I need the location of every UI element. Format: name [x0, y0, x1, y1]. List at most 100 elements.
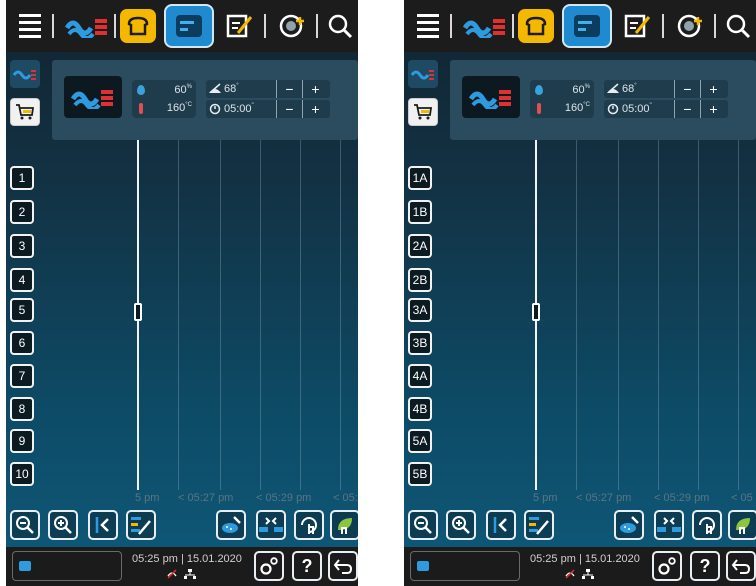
search-icon[interactable] — [322, 9, 358, 43]
zoom-out-icon[interactable] — [10, 510, 40, 540]
eco-icon[interactable] — [728, 510, 756, 540]
rack-button-1b[interactable]: 1B — [408, 200, 432, 224]
timeline-label: 5 pm — [135, 492, 160, 504]
compress-icon[interactable] — [256, 510, 286, 540]
timeline[interactable] — [42, 140, 358, 490]
current-time-handle[interactable] — [532, 303, 540, 321]
timeline[interactable] — [440, 140, 756, 490]
timeline-gridline — [618, 140, 619, 490]
combi-steam-icon — [462, 76, 520, 118]
edit-icon[interactable] — [222, 9, 258, 43]
rack-button-4[interactable]: 4 — [10, 268, 34, 292]
jump-to-now-icon[interactable] — [88, 510, 118, 540]
active-program-tile[interactable] — [12, 551, 122, 581]
search-icon[interactable] — [720, 9, 756, 43]
time-plus-button[interactable]: + — [700, 100, 726, 118]
rack-button-1a[interactable]: 1A — [408, 166, 432, 190]
timer-icon — [604, 103, 622, 115]
temperature-unit: °C — [185, 102, 192, 108]
menu-icon[interactable] — [14, 9, 46, 43]
rack-button-3[interactable]: 3 — [10, 234, 34, 258]
core-probe-icon — [604, 83, 622, 95]
core-temp-minus-button[interactable]: − — [674, 80, 700, 98]
rack-button-5[interactable]: 5 — [10, 298, 34, 322]
status-separator: | — [578, 553, 582, 565]
back-icon[interactable] — [328, 551, 358, 581]
rack-button-10[interactable]: 10 — [10, 462, 34, 486]
network-icon — [184, 569, 196, 579]
rack-button-5b[interactable]: 5B — [408, 462, 432, 486]
time-minus-button[interactable]: − — [674, 100, 700, 118]
core-probe-icon — [206, 83, 224, 95]
compress-icon[interactable] — [654, 510, 684, 540]
active-program-tile[interactable] — [410, 551, 520, 581]
time-unit: '' — [251, 103, 254, 109]
touch-timer-icon[interactable] — [294, 510, 324, 540]
rack-button-7[interactable]: 7 — [10, 364, 34, 388]
core-temp-unit: ° — [236, 83, 239, 89]
current-time-handle[interactable] — [134, 303, 142, 321]
core-temp-plus-button[interactable]: + — [700, 80, 726, 98]
cart-icon[interactable] — [408, 98, 438, 126]
temperature-icon — [139, 102, 143, 114]
divider — [450, 14, 452, 38]
ipm-icon[interactable] — [562, 4, 612, 48]
rack-button-2[interactable]: 2 — [10, 200, 34, 224]
help-icon[interactable]: ? — [292, 551, 322, 581]
rack-button-9[interactable]: 9 — [10, 429, 34, 453]
rack-button-3b[interactable]: 3B — [408, 331, 432, 355]
cleaning-icon[interactable] — [614, 510, 644, 540]
climate-parameters[interactable]: 60% 160°C — [530, 80, 594, 118]
timeline-gridline — [260, 140, 261, 490]
menu-icon[interactable] — [412, 9, 444, 43]
rack-button-4a[interactable]: 4A — [408, 364, 432, 388]
time-value: 05:00 — [224, 103, 252, 115]
bake-icon[interactable] — [518, 9, 554, 43]
settings-icon[interactable] — [652, 551, 682, 581]
jump-to-now-icon[interactable] — [486, 510, 516, 540]
help-icon[interactable]: ? — [690, 551, 720, 581]
combi-steam-mode-button[interactable] — [408, 60, 438, 88]
ipm-icon[interactable] — [164, 4, 214, 48]
combi-steam-icon[interactable] — [460, 9, 510, 43]
time-minus-button[interactable]: − — [276, 100, 302, 118]
timeline-label: < 05:27 pm — [178, 492, 234, 504]
bake-icon[interactable] — [120, 9, 156, 43]
rack-button-5a[interactable]: 5A — [408, 429, 432, 453]
zoom-out-icon[interactable] — [408, 510, 438, 540]
rack-button-8[interactable]: 8 — [10, 397, 34, 421]
combi-steam-mode-button[interactable] — [10, 60, 40, 88]
edit-icon[interactable] — [620, 9, 656, 43]
rack-button-6[interactable]: 6 — [10, 331, 34, 355]
rack-button-3a[interactable]: 3A — [408, 298, 432, 322]
timeline-gridline — [220, 140, 221, 490]
time-plus-button[interactable]: + — [302, 100, 328, 118]
edit-list-icon[interactable] — [524, 510, 554, 540]
cleaning-icon[interactable] — [216, 510, 246, 540]
settings-icon[interactable] — [254, 551, 284, 581]
timeline-gridline — [738, 140, 739, 490]
rack-button-1[interactable]: 1 — [10, 166, 34, 190]
rack-button-2b[interactable]: 2B — [408, 268, 432, 292]
timeline-gridline — [698, 140, 699, 490]
back-icon[interactable] — [726, 551, 756, 581]
cart-icon[interactable] — [10, 98, 40, 126]
timeline-label: 5 pm — [533, 492, 558, 504]
combi-steam-icon — [64, 76, 122, 118]
zoom-in-icon[interactable] — [48, 510, 78, 540]
add-program-icon[interactable] — [672, 9, 708, 43]
climate-parameters[interactable]: 60% 160°C — [132, 80, 196, 118]
combi-steam-icon[interactable] — [62, 9, 112, 43]
rack-button-2a[interactable]: 2A — [408, 234, 432, 258]
zoom-in-icon[interactable] — [446, 510, 476, 540]
divider — [512, 14, 514, 38]
core-temp-plus-button[interactable]: + — [302, 80, 328, 98]
eco-icon[interactable] — [330, 510, 358, 540]
status-time: 05:25 pm — [132, 553, 178, 565]
edit-list-icon[interactable] — [126, 510, 156, 540]
touch-timer-icon[interactable] — [692, 510, 722, 540]
humidity-icon — [535, 85, 543, 95]
core-temp-minus-button[interactable]: − — [276, 80, 302, 98]
rack-button-4b[interactable]: 4B — [408, 397, 432, 421]
add-program-icon[interactable] — [274, 9, 310, 43]
